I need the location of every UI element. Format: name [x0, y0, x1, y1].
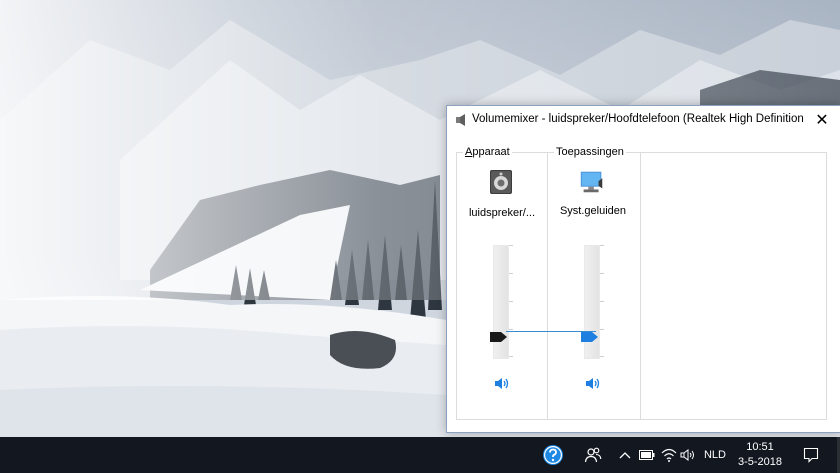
taskbar: NLD 10:51 3-5-2018	[0, 437, 840, 473]
close-icon: ✕	[815, 112, 829, 129]
speaker-icon	[456, 114, 465, 126]
device-mute-volume-icon[interactable]	[493, 375, 511, 391]
notification-icon	[803, 447, 819, 463]
system-sounds-mute-volume-icon[interactable]	[584, 375, 602, 391]
system-sounds-volume-ticks	[600, 245, 604, 357]
system-sounds-volume-track[interactable]	[584, 245, 600, 359]
battery-icon	[639, 450, 655, 460]
input-language[interactable]: NLD	[698, 437, 732, 473]
device-channel: luidspreker/...	[457, 153, 547, 419]
title-bar[interactable]: Volumemixer - luidspreker/Hoofdtelefoon …	[447, 106, 840, 134]
speaker-device-icon[interactable]	[487, 169, 515, 195]
volume-link-line	[506, 331, 596, 332]
show-hidden-icons-button[interactable]	[616, 437, 634, 473]
system-sounds-channel-name: Syst.geluiden	[559, 205, 627, 217]
applications-group: Toepassingen Syst.geluiden	[548, 146, 827, 420]
help-button[interactable]	[541, 437, 565, 473]
chevron-up-icon	[619, 452, 631, 459]
volume-button[interactable]	[678, 437, 698, 473]
help-icon	[543, 445, 563, 465]
clock-date: 3-5-2018	[737, 456, 783, 468]
device-volume-track[interactable]	[493, 245, 509, 359]
wifi-icon	[661, 448, 677, 462]
system-sounds-volume-slider-thumb[interactable]	[581, 331, 598, 342]
device-volume-slider-thumb[interactable]	[490, 331, 507, 342]
wifi-button[interactable]	[659, 437, 679, 473]
battery-button[interactable]	[637, 437, 657, 473]
window-title: Volumemixer - luidspreker/Hoofdtelefoon …	[472, 113, 807, 125]
people-icon	[584, 447, 602, 463]
system-sounds-channel: Syst.geluiden	[548, 153, 641, 419]
volume-mixer-window: Volumemixer - luidspreker/Hoofdtelefoon …	[446, 105, 840, 433]
device-volume-ticks	[509, 245, 513, 357]
device-group: Apparaat luidspreker/...	[456, 146, 548, 420]
system-sounds-icon[interactable]	[578, 169, 606, 195]
device-channel-name: luidspreker/...	[468, 207, 536, 219]
clock-time: 10:51	[746, 441, 774, 453]
action-center-button[interactable]	[800, 437, 822, 473]
close-button[interactable]: ✕	[804, 106, 840, 134]
volume-icon	[680, 449, 694, 461]
clock[interactable]: 10:51 3-5-2018	[731, 437, 789, 473]
people-button[interactable]	[582, 437, 604, 473]
